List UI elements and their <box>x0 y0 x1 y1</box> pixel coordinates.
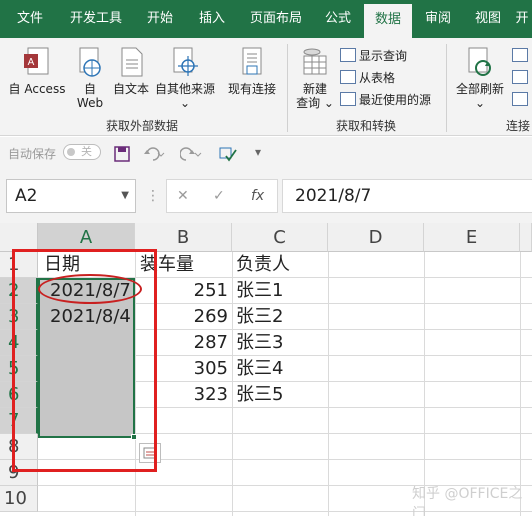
row-header-10[interactable]: 10 <box>0 486 38 512</box>
watermark: 知乎 @OFFICE之门 <box>412 486 523 516</box>
toggle-label: 关 <box>81 145 92 158</box>
cell-c4[interactable]: 张三3 <box>236 330 283 356</box>
connections-icon <box>512 48 528 62</box>
autosave-label: 自动保存 <box>8 147 57 161</box>
other-sources-icon <box>173 47 198 76</box>
column-header-c[interactable]: C <box>232 223 328 252</box>
existing-connections-label: 现有连接 <box>227 82 276 96</box>
access-icon: A <box>24 47 49 75</box>
formula-input[interactable]: 2021/8/7 <box>282 179 532 213</box>
new-query-label-2: 查询 ⌄ <box>296 96 334 110</box>
from-text-button[interactable]: 自文本 <box>110 46 152 96</box>
gridline <box>424 252 425 516</box>
cancel-icon[interactable]: ✕ <box>177 188 189 204</box>
from-text-label: 自文本 <box>112 82 149 96</box>
tab-review[interactable]: 审阅 <box>420 0 456 38</box>
tab-insert[interactable]: 插入 <box>192 0 232 38</box>
tab-formulas[interactable]: 公式 <box>318 0 358 38</box>
from-access-button[interactable]: A 自 Access <box>6 46 68 96</box>
name-box-dropdown-icon[interactable]: ▼ <box>121 180 129 212</box>
fx-icon[interactable]: fx <box>251 188 264 204</box>
tab-developer[interactable]: 开发工具 <box>60 0 132 38</box>
column-header-a[interactable]: A <box>38 223 135 252</box>
refresh-all-button[interactable]: 全部刷新 ⌄ <box>452 46 508 110</box>
show-queries-icon <box>340 48 356 62</box>
edit-links-button[interactable] <box>512 90 531 110</box>
cell-c2[interactable]: 张三1 <box>236 278 283 304</box>
tab-data[interactable]: 数据 <box>364 4 412 38</box>
from-web-label-1: 自 <box>83 82 96 96</box>
name-box-value: A2 <box>15 186 38 206</box>
from-access-label: 自 Access <box>8 82 66 96</box>
gridline <box>520 252 521 516</box>
recent-sources-label: 最近使用的源 <box>359 93 432 107</box>
new-query-button[interactable]: 新建 查询 ⌄ <box>294 46 336 110</box>
text-file-icon <box>121 47 143 77</box>
from-other-label-1: 自其他来源 <box>154 82 215 96</box>
autosave-toggle[interactable]: 关 <box>63 144 101 160</box>
new-query-icon <box>303 48 327 75</box>
show-queries-button[interactable]: 显示查询 <box>340 46 407 66</box>
formula-buttons: ✕ ✓ fx <box>166 179 278 213</box>
from-table-label: 从表格 <box>359 71 396 85</box>
properties-icon <box>512 70 528 84</box>
from-other-label-2: ⌄ <box>179 96 191 110</box>
toggle-knob <box>67 148 75 156</box>
get-transform-group-label: 获取和转换 <box>336 119 397 133</box>
cell-c1[interactable]: 负责人 <box>236 252 290 278</box>
from-web-button[interactable]: 自 Web <box>70 46 110 110</box>
recent-sources-button[interactable]: 最近使用的源 <box>340 90 431 110</box>
name-box[interactable]: A2 ▼ <box>6 179 136 213</box>
ribbon-tab-bar: 文件 开发工具 开始 插入 页面布局 公式 数据 审阅 视图 开 <box>0 0 532 38</box>
group-separator <box>446 44 447 132</box>
refresh-all-label-1: 全部刷新 <box>455 82 504 96</box>
highlight-ellipse <box>38 274 142 304</box>
tab-view[interactable]: 视图 <box>470 0 506 38</box>
column-header-f[interactable] <box>520 223 532 252</box>
new-query-label-1: 新建 <box>302 82 327 96</box>
tab-home[interactable]: 开始 <box>140 0 180 38</box>
ribbon: A 自 Access 自 Web 自文本 自其他来源 ⌄ 现有连接 获取外部数据… <box>0 38 532 136</box>
check-icon[interactable] <box>218 146 238 162</box>
gridline <box>232 252 233 516</box>
table-icon <box>340 70 356 84</box>
recent-sources-icon <box>340 92 356 106</box>
properties-button[interactable] <box>512 68 531 88</box>
qat-customize-icon[interactable]: ▾ <box>255 145 261 159</box>
column-header-e[interactable]: E <box>424 223 520 252</box>
tab-file[interactable]: 文件 <box>10 0 50 38</box>
from-web-label-2: Web <box>76 96 104 110</box>
confirm-icon[interactable]: ✓ <box>213 188 225 204</box>
cell-c5[interactable]: 张三4 <box>236 356 283 382</box>
column-header-d[interactable]: D <box>328 223 424 252</box>
redo-icon[interactable] <box>180 146 202 162</box>
cell-c6[interactable]: 张三5 <box>236 382 283 408</box>
undo-icon[interactable] <box>143 146 165 162</box>
web-icon <box>79 47 101 77</box>
connections-button[interactable] <box>512 46 531 66</box>
from-table-button[interactable]: 从表格 <box>340 68 395 88</box>
cell-c3[interactable]: 张三2 <box>236 304 283 330</box>
existing-connections-button[interactable]: 现有连接 <box>224 46 280 96</box>
select-all-corner[interactable] <box>0 223 38 252</box>
refresh-icon <box>468 47 491 76</box>
svg-text:A: A <box>28 57 35 68</box>
column-header-b[interactable]: B <box>135 223 232 252</box>
tab-page-layout[interactable]: 页面布局 <box>244 0 308 38</box>
show-queries-label: 显示查询 <box>359 49 408 63</box>
refresh-all-label-2: ⌄ <box>474 96 486 110</box>
gridline <box>328 252 329 516</box>
formula-bar-splitter-icon[interactable]: ⋮ <box>146 188 160 204</box>
existing-connections-icon <box>242 47 262 75</box>
from-other-sources-button[interactable]: 自其他来源 ⌄ <box>152 46 218 110</box>
get-external-data-group-label: 获取外部数据 <box>106 119 179 133</box>
group-separator <box>287 44 288 132</box>
edit-links-icon <box>512 92 528 106</box>
save-icon[interactable] <box>114 146 130 162</box>
tab-developer-2[interactable]: 开 <box>512 0 532 38</box>
connections-group-label: 连接 <box>506 119 531 133</box>
